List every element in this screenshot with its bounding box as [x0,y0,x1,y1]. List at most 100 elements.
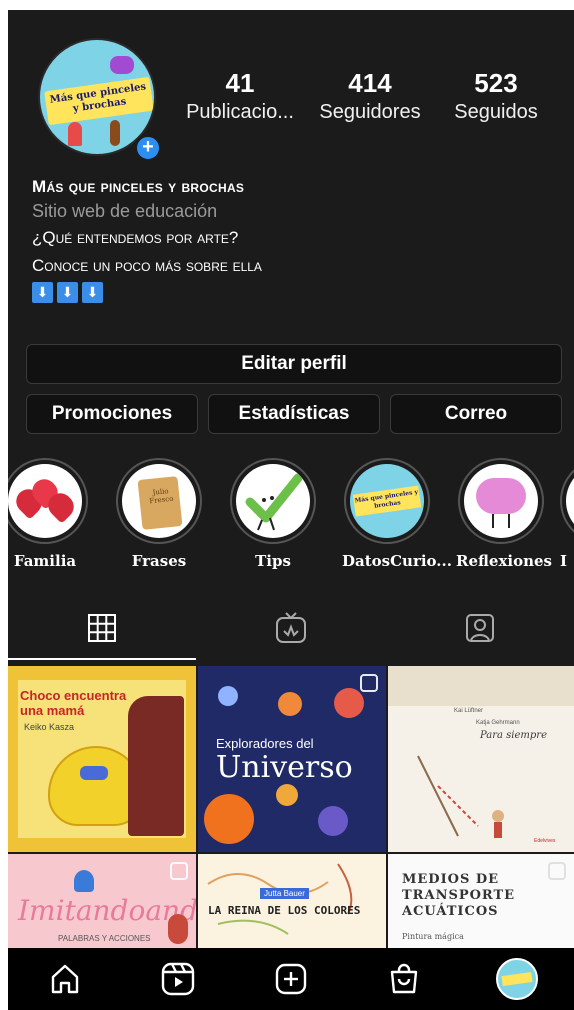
create-icon [275,963,307,995]
highlight-label: I [560,552,568,570]
email-button[interactable]: Correo [390,394,562,434]
post-tile[interactable]: Exploradores del Universo [198,666,386,852]
post-title: Choco encuentra una mamá [20,688,127,718]
nav-shop[interactable] [379,954,429,1004]
brain-icon [476,478,526,514]
stat-following-label: Seguidos [454,101,538,123]
dancer-icon [68,122,82,146]
post-title: Exploradores del [216,736,314,751]
highlight-ring [560,458,574,544]
tagged-icon [466,614,494,642]
highlight-ring [230,458,316,544]
post-title: LA REINA DE LOS COLORES [208,904,361,917]
multi-image-icon [360,674,378,692]
tab-grid[interactable] [8,596,196,660]
highlight-label: Tips [255,552,291,570]
post-title-2: Universo [216,750,353,785]
stat-followers-label: Seguidores [319,101,421,123]
statistics-button[interactable]: Estadísticas [208,394,380,434]
nav-reels[interactable] [153,954,203,1004]
stat-posts-value: 41 [225,68,255,98]
logo-image: Más que pinceles y brochas [350,464,424,538]
post-author: Kai Lüftner [454,708,484,714]
stat-following[interactable]: 523 Seguidos [436,68,556,126]
nav-home[interactable] [40,954,90,1004]
post-subtitle: Keiko Kasza [24,722,75,732]
nav-create[interactable] [266,954,316,1004]
tab-igtv[interactable] [197,596,385,660]
profile-avatar-icon [496,958,539,1000]
tree-illustration [417,755,504,838]
shop-icon [390,963,418,994]
post-author-2: Katja Gehrmann [476,720,520,726]
grid-icon [88,614,116,642]
stat-posts-label: Publicacio... [186,101,294,123]
post-subtitle: PALABRAS Y ACCIONES [58,934,151,943]
post-author: Jutta Bauer [260,888,309,899]
highlight-ring [458,458,544,544]
bio-line: ¿Qué entendemos por arte? [32,228,239,247]
post-tile[interactable]: Jutta Bauer LA REINA DE LOS COLORES [198,854,386,950]
down-arrow-icon: ⬇ [82,282,103,303]
post-publisher: Edelvives [534,838,556,844]
post-subtitle: Pintura mágica [402,932,464,941]
stat-followers-value: 414 [348,68,392,98]
bio-line: Conoce un poco más sobre ella [32,256,262,275]
checkmark-image [236,464,310,538]
profile-category: Sitio web de educación [32,201,218,221]
avatar-banner: Más que pinceles y brochas [44,76,154,126]
post-tile[interactable]: Kai Lüftner Katja Gehrmann Para siempre … [388,666,574,852]
active-tab-indicator [8,658,196,660]
bottom-nav [8,948,574,1010]
home-icon [51,964,78,994]
scroll-text: Julio Fresco [149,487,174,506]
add-story-icon[interactable]: + [134,134,162,162]
profile-screen: Más que pinceles y brochas + 41 Publicac… [8,10,574,1010]
highlight-label: Reflexiones [456,552,552,570]
brain-image [464,464,538,538]
stat-followers[interactable]: 414 Seguidores [310,68,430,126]
masks-icon [110,56,134,74]
scribble-illustration [207,863,353,935]
highlight-label: DatosCurio... [342,552,452,570]
post-tile[interactable]: MEDIOS DE TRANSPORTE ACUÁTICOS Pintura m… [388,854,574,950]
guitar-icon [110,120,120,146]
promotions-button[interactable]: Promociones [26,394,198,434]
edit-profile-button[interactable]: Editar perfil [26,344,562,384]
highlight-ring [8,458,88,544]
profile-name: Más que pinceles y brochas [32,177,245,196]
multi-image-icon [548,862,566,880]
highlight-partial[interactable]: I [560,458,574,570]
posts-grid: Choco encuentra una mamá Keiko Kasza Exp… [8,666,574,950]
highlight-label: Familia [13,552,77,570]
bio-arrows: ⬇ ⬇ ⬇ [32,282,552,303]
down-arrow-icon: ⬇ [57,282,78,303]
hearts-image [8,464,82,538]
profile-avatar[interactable]: Más que pinceles y brochas + [38,38,162,162]
stat-following-value: 523 [474,68,518,98]
reels-icon [161,962,194,996]
highlight-datoscuriosos[interactable]: Más que pinceles y brochas DatosCurio... [342,458,452,570]
nav-profile[interactable] [492,954,542,1004]
igtv-icon [276,612,306,643]
highlight-image [566,464,574,538]
profile-bio: Más que pinceles y brochas Sitio web de … [32,176,552,303]
highlight-tips[interactable]: Tips [228,458,318,570]
stat-posts[interactable]: 41 Publicacio... [180,68,300,126]
highlight-frases[interactable]: Julio Fresco Frases [114,458,204,570]
highlight-familia[interactable]: Familia [8,458,90,570]
checkmark-icon [245,473,303,531]
highlight-label: Frases [131,552,187,570]
profile-tabs [8,596,574,660]
highlight-ring: Julio Fresco [116,458,202,544]
scroll-image: Julio Fresco [122,464,196,538]
tab-tagged[interactable] [386,596,574,660]
logo-text: Más que pinceles y brochas [352,485,422,517]
post-title: MEDIOS DE TRANSPORTE ACUÁTICOS [402,872,516,919]
avatar-logo-text: Más que pinceles y brochas [49,81,147,115]
post-tile[interactable]: Imitandoando PALABRAS Y ACCIONES [8,854,196,950]
highlight-ring: Más que pinceles y brochas [344,458,430,544]
highlight-reflexiones[interactable]: Reflexiones [456,458,552,570]
down-arrow-icon: ⬇ [32,282,53,303]
post-tile[interactable]: Choco encuentra una mamá Keiko Kasza [8,666,196,852]
